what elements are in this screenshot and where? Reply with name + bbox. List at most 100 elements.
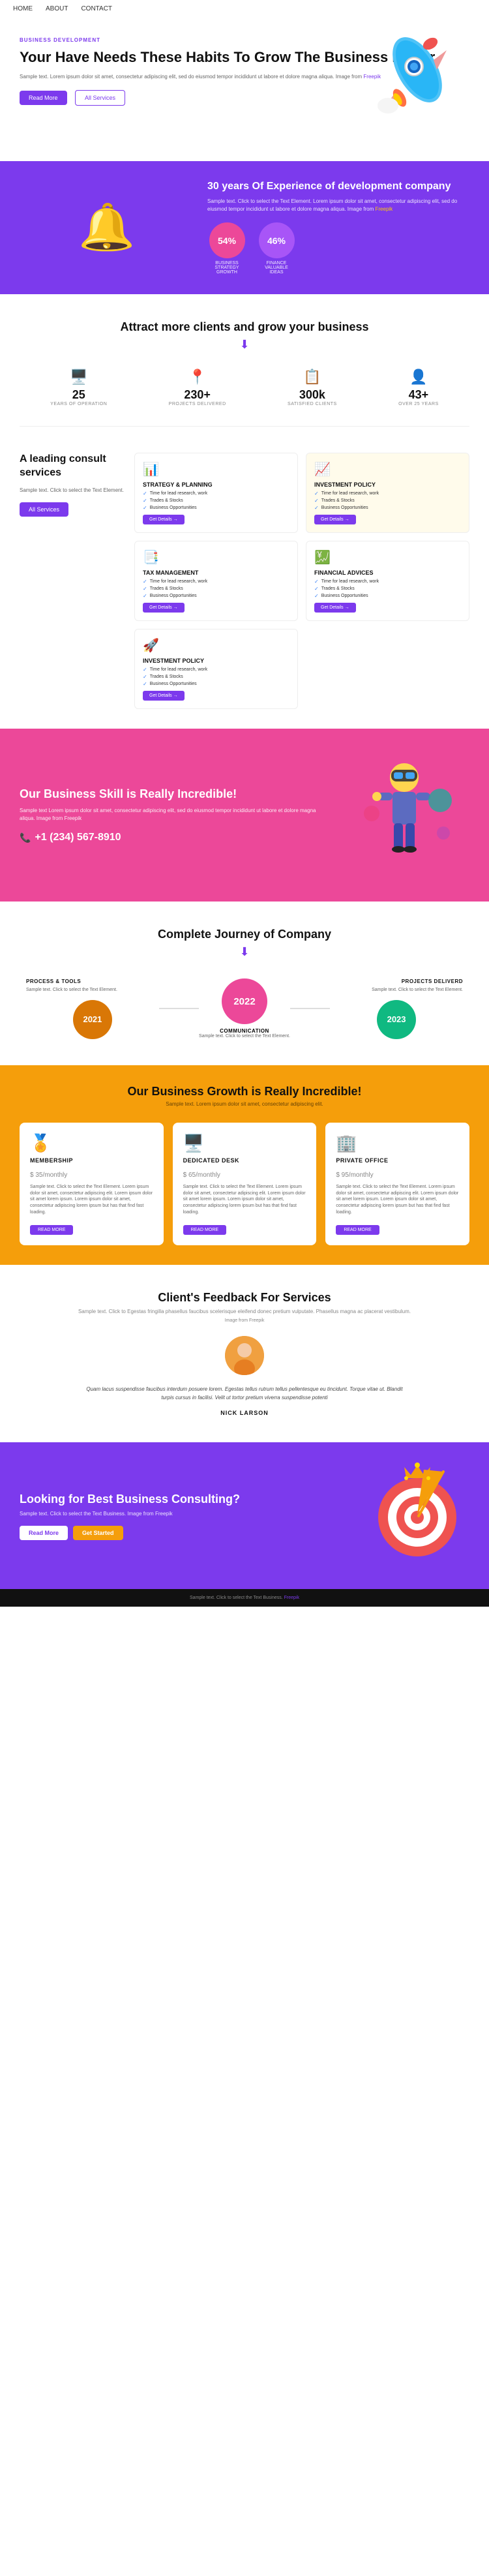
arrow-down-icon: ⬇	[20, 338, 469, 352]
stat-circle-2: 46%	[259, 222, 295, 258]
service-item-f1: ✓Time for lead research, work	[314, 579, 461, 584]
service-item-ip1: ✓Time for lead research, work	[143, 667, 289, 673]
pricing-dedicated: 🖥️ DEDICATED DESK $ 65/monthly Sample te…	[173, 1123, 317, 1245]
service-item-i1: ✓Time for lead research, work	[314, 491, 461, 496]
cta-get-started-button[interactable]: Get Started	[73, 1526, 123, 1540]
year-2021: 2021	[73, 1000, 112, 1039]
phone-number: 📞 +1 (234) 567-8910	[20, 832, 326, 843]
service-card-investment2: 🚀 INVESTMENT POLICY ✓Time for lead resea…	[134, 629, 298, 709]
growth-section: Our Business Growth is Really Incredible…	[0, 1065, 489, 1265]
stat-years: 🖥️ 25 YEARS OF OPERATION	[50, 369, 107, 406]
pricing-membership-btn[interactable]: READ MORE	[30, 1225, 73, 1235]
pricing-private-price: $ 95/monthly	[336, 1166, 459, 1180]
nav-link-contact[interactable]: CONTACT	[81, 5, 112, 12]
footer: Sample text. Click to select the Text Bu…	[0, 1589, 489, 1607]
timeline-connector-2	[290, 1008, 330, 1009]
service-details-investment2[interactable]: Get Details →	[143, 691, 185, 701]
phone-icon: 📞	[20, 832, 31, 843]
pricing-dedicated-type: DEDICATED DESK	[183, 1157, 306, 1164]
service-item-i2: ✓Trades & Stocks	[314, 498, 461, 504]
timeline-left-desc: Sample text. Click to select the Text El…	[26, 987, 159, 993]
growth-sub: Sample text. Lorem ipsum dolor sit amet,…	[20, 1101, 469, 1107]
hero-read-more-button[interactable]: Read More	[20, 91, 67, 105]
stat-projects-icon: 📍	[169, 369, 226, 386]
testimonial-quote: Quam lacus suspendisse faucibus interdum…	[82, 1386, 408, 1402]
service-item-s2: ✓Trades & Stocks	[143, 498, 289, 504]
service-item-t3: ✓Business Opportunities	[143, 593, 289, 599]
avatar-svg	[225, 1336, 264, 1375]
pricing-dedicated-icon: 🖥️	[183, 1133, 306, 1153]
service-item-f3: ✓Business Opportunities	[314, 593, 461, 599]
hero-all-services-button[interactable]: All Services	[75, 90, 125, 106]
purple-section: 🔔 30 years Of Experience of development …	[0, 161, 489, 294]
pink-desc: Sample text Lorem ipsum dolor sit amet, …	[20, 807, 326, 823]
service-item-ip3: ✓Business Opportunities	[143, 681, 289, 687]
hero-rocket-image	[352, 24, 482, 132]
journey-section: Complete Journey of Company ⬇ PROCESS & …	[0, 902, 489, 1065]
testimonials-sub: Sample text. Click to Egestas fringilla …	[20, 1309, 469, 1314]
stat-clients-label: SATISFIED CLIENTS	[288, 402, 337, 406]
pricing-dedicated-desc: Sample text. Click to select the Text El…	[183, 1184, 306, 1216]
pink-heading: Our Business Skill is Really Incredible!	[20, 787, 326, 802]
purple-image-area: 🔔	[20, 201, 194, 254]
pricing-private-btn[interactable]: READ MORE	[336, 1225, 379, 1235]
stat-clients-number: 300k	[288, 388, 337, 402]
pricing-grid: 🏅 MEMBERSHIP $ 35/monthly Sample text. C…	[20, 1123, 469, 1245]
services-section: A leading consult services Sample text. …	[0, 440, 489, 729]
phone-text: +1 (234) 567-8910	[35, 832, 121, 843]
stat-finance: 46% FINANCE VALUABLE IDEAS	[257, 222, 296, 275]
cta-read-more-button[interactable]: Read More	[20, 1526, 68, 1540]
cta-content: Looking for Best Business Consulting? Sa…	[20, 1492, 352, 1540]
communication-label: COMMUNICATION	[199, 1028, 290, 1034]
timeline-right: PROJECTS DELIVERD Sample text. Click to …	[330, 978, 463, 1039]
stats-circles: 54% BUSINESS STRATEGY GROWTH 46% FINANCE…	[207, 222, 469, 275]
service-item-t2: ✓Trades & Stocks	[143, 586, 289, 592]
service-icon-investment: 📈	[314, 461, 461, 477]
testimonials-img-from: Image from Freepik	[20, 1318, 469, 1323]
rocket-svg	[352, 24, 469, 129]
purple-heading: 30 years Of Experience of development co…	[207, 181, 469, 192]
service-details-tax[interactable]: Get Details →	[143, 603, 185, 613]
footer-freepik-link[interactable]: Freepik	[284, 1596, 299, 1600]
pricing-dedicated-btn[interactable]: READ MORE	[183, 1225, 226, 1235]
purple-freepik-link[interactable]: Freepik	[376, 206, 393, 212]
stat-over25: 👤 43+ OVER 25 YEARS	[398, 369, 439, 406]
service-card-financial: 💹 FINANCIAL ADVICES ✓Time for lead resea…	[306, 541, 469, 621]
nav-link-home[interactable]: HOME	[13, 5, 33, 12]
stat-label-1: BUSINESS STRATEGY GROWTH	[207, 261, 246, 275]
service-details-financial[interactable]: Get Details →	[314, 603, 356, 613]
pricing-membership: 🏅 MEMBERSHIP $ 35/monthly Sample text. C…	[20, 1123, 164, 1245]
service-details-strategy[interactable]: Get Details →	[143, 515, 185, 524]
service-title-tax: TAX MANAGEMENT	[143, 569, 289, 576]
journey-timeline: PROCESS & TOOLS Sample text. Click to se…	[20, 978, 469, 1039]
journey-arrow-icon: ⬇	[20, 945, 469, 959]
service-item-t1: ✓Time for lead research, work	[143, 579, 289, 584]
cta-section: Looking for Best Business Consulting? Sa…	[0, 1442, 489, 1589]
pricing-membership-type: MEMBERSHIP	[30, 1157, 153, 1164]
testimonial-author: NICK LARSON	[20, 1410, 469, 1416]
stat-years-number: 25	[50, 388, 107, 402]
services-desc: Sample text. Click to select the Text El…	[20, 487, 124, 494]
service-details-investment[interactable]: Get Details →	[314, 515, 356, 524]
pricing-dedicated-price: $ 65/monthly	[183, 1166, 306, 1180]
businessman-svg	[339, 748, 469, 879]
service-icon-financial: 💹	[314, 549, 461, 566]
attract-heading: Attract more clients and grow your busin…	[20, 320, 469, 334]
services-heading: A leading consult services	[20, 453, 124, 480]
cta-desc: Sample text. Click to select the Text Bu…	[20, 1511, 352, 1517]
service-title-investment: INVESTMENT POLICY	[314, 481, 461, 488]
target-svg	[365, 1462, 469, 1566]
bell-icon: 🔔	[78, 201, 135, 254]
timeline-center-desc: Sample text. Click to select the Text El…	[199, 1034, 290, 1038]
service-item-s3: ✓Business Opportunities	[143, 505, 289, 511]
purple-desc: Sample text. Click to select the Text El…	[207, 198, 469, 213]
service-icon-strategy: 📊	[143, 461, 289, 477]
stat-over25-icon: 👤	[398, 369, 439, 386]
footer-text: Sample text. Click to select the Text Bu…	[13, 1596, 476, 1600]
stat-projects-label: PROJECTS DELIVERED	[169, 402, 226, 406]
pricing-private-icon: 🏢	[336, 1133, 459, 1153]
services-all-button[interactable]: All Services	[20, 502, 68, 517]
pink-section: Our Business Skill is Really Incredible!…	[0, 729, 489, 902]
stat-years-icon: 🖥️	[50, 369, 107, 386]
nav-link-about[interactable]: ABOUT	[46, 5, 68, 12]
